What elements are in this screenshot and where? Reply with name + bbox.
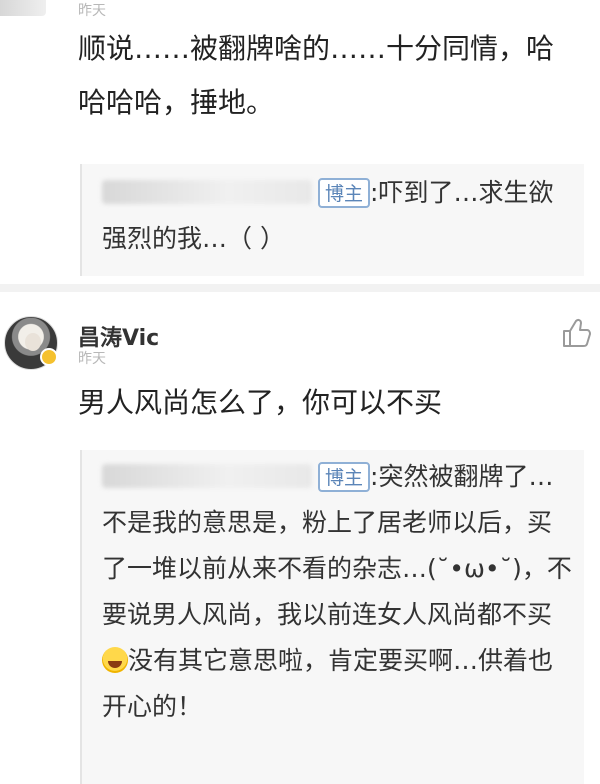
blogger-badge: 博主 <box>318 178 371 208</box>
reply-content: 博主:突然被翻牌了…不是我的意思是，粉上了居老师以后，买了一堆以前从来不看的杂志… <box>102 454 574 730</box>
comment-2: 昌涛Vic 昨天 男人风尚怎么了，你可以不买 博主:突然被翻牌了…不是我的意思是… <box>0 292 600 784</box>
blogger-reply[interactable]: 博主:吓到了…求生欲强烈的我…（ ） <box>80 164 584 276</box>
blogger-reply[interactable]: 博主:突然被翻牌了…不是我的意思是，粉上了居老师以后，买了一堆以前从来不看的杂志… <box>80 450 584 784</box>
laughing-emoji-icon <box>102 647 128 673</box>
divider <box>0 284 600 292</box>
reply-text-part-2: 没有其它意思啦，肯定要买啊…供着也开心的！ <box>102 646 554 721</box>
blurred-username <box>102 464 312 488</box>
reply-content: 博主:吓到了…求生欲强烈的我…（ ） <box>102 170 574 262</box>
comment-body: 男人风尚怎么了，你可以不买 <box>78 386 443 419</box>
comment-time: 昨天 <box>78 3 106 19</box>
avatar[interactable] <box>0 0 46 16</box>
comment-body: 顺说……被翻牌啥的……十分同情，哈哈哈哈，捶地。 <box>78 32 555 119</box>
like-icon[interactable] <box>558 316 592 350</box>
vip-badge-icon <box>40 348 58 366</box>
avatar-face <box>25 333 41 351</box>
blogger-badge: 博主 <box>318 462 371 492</box>
comment-1: 昨天 顺说……被翻牌啥的……十分同情，哈哈哈哈，捶地。 博主:吓到了…求生欲强烈… <box>0 0 600 292</box>
comment-time: 昨天 <box>78 351 106 367</box>
blurred-username <box>102 180 312 204</box>
